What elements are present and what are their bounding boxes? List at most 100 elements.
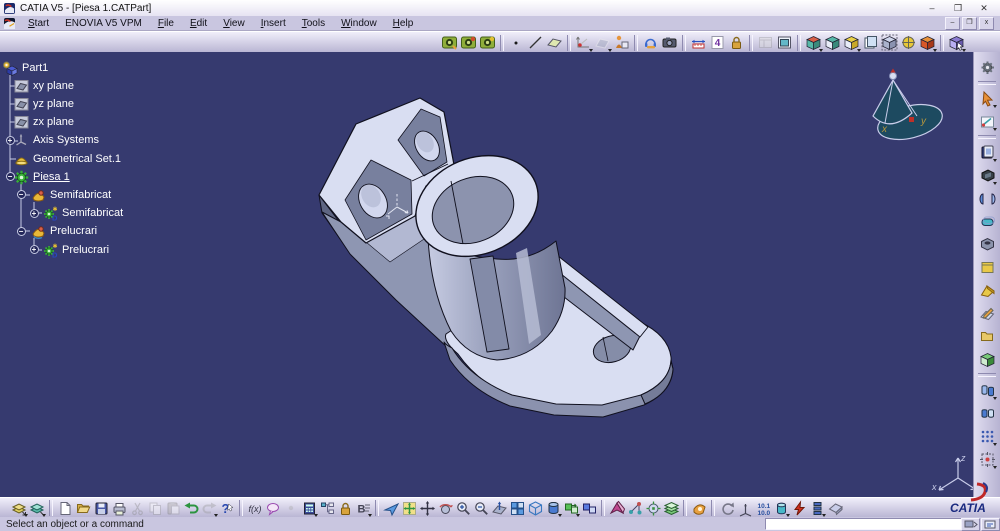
copy-button[interactable] <box>146 499 164 517</box>
menu-tools[interactable]: Tools <box>294 18 333 29</box>
refresh-button[interactable] <box>718 499 736 517</box>
tree-item-semifabricat[interactable]: Semifabricat <box>30 187 111 203</box>
menu-edit[interactable]: Edit <box>182 18 215 29</box>
pocket-button[interactable] <box>978 166 997 185</box>
menu-view[interactable]: View <box>215 18 253 29</box>
catalog-browser-button[interactable] <box>10 499 28 517</box>
window-layout-button[interactable] <box>756 33 775 52</box>
view-compass[interactable]: x y <box>858 62 948 146</box>
tree-item-axis-systems[interactable]: Axis Systems <box>13 132 99 148</box>
view-mode-wireframe-button[interactable] <box>880 33 899 52</box>
analysis-wedge-button[interactable] <box>608 499 626 517</box>
formula-button[interactable]: f(x) <box>246 499 264 517</box>
shaft-button[interactable] <box>978 189 997 208</box>
dropdown-arrow-icon[interactable] <box>992 466 997 469</box>
mdi-close-button[interactable]: x <box>979 16 994 30</box>
viewport-3d[interactable]: Part1 xy plane yz plane zx plane Axis System… <box>0 52 973 497</box>
select-button[interactable] <box>978 89 997 108</box>
part-3d-model[interactable] <box>0 52 973 497</box>
knowledge-bolt-button[interactable] <box>790 499 808 517</box>
line-button[interactable] <box>526 33 545 52</box>
dropdown-arrow-icon[interactable] <box>992 128 997 131</box>
status-button-1[interactable] <box>961 518 980 531</box>
slot-button[interactable] <box>978 212 997 231</box>
mdi-minimize-button[interactable]: – <box>945 16 960 30</box>
tree-expander-minus[interactable]: − <box>5 172 15 182</box>
tree-expander-plus[interactable]: + <box>29 245 39 254</box>
sketcher-pad-button[interactable] <box>978 112 997 131</box>
menu-file[interactable]: File <box>150 18 182 29</box>
new-document-button[interactable] <box>56 499 74 517</box>
menu-window[interactable]: Window <box>333 18 385 29</box>
restore-button[interactable]: ❒ <box>952 2 964 14</box>
view-mode-custom-button[interactable] <box>918 33 937 52</box>
workbench-ppr-button[interactable] <box>440 33 459 52</box>
redo-button[interactable] <box>200 499 218 517</box>
axis-system-button[interactable] <box>736 499 754 517</box>
instant-collaboration-button[interactable] <box>641 33 660 52</box>
tree-item-zx-plane[interactable]: zx plane <box>13 114 74 130</box>
stack-tool-button[interactable] <box>808 499 826 517</box>
dropdown-arrow-icon[interactable] <box>992 159 997 162</box>
render-style-button[interactable] <box>544 499 562 517</box>
menu-enovia-v5-vpm[interactable]: ENOVIA V5 VPM <box>57 18 150 29</box>
workbench-resource-button[interactable] <box>478 33 497 52</box>
mdi-restore-button[interactable]: ❒ <box>962 16 977 30</box>
tree-item-part1[interactable]: Part1 <box>2 60 48 76</box>
capture-button[interactable] <box>660 33 679 52</box>
tree-item-geometrical-set-1[interactable]: Geometrical Set.1 <box>13 151 121 167</box>
swap-visible-space-button[interactable] <box>580 499 598 517</box>
open-button[interactable] <box>74 499 92 517</box>
knowledge-dot-button[interactable] <box>282 499 300 517</box>
mirror-button[interactable] <box>978 404 997 423</box>
fit-all-in-button[interactable] <box>400 499 418 517</box>
transformation-button[interactable] <box>978 381 997 400</box>
assemble-button[interactable] <box>978 327 997 346</box>
whats-this-button[interactable]: ? <box>218 499 236 517</box>
multi-view-button[interactable] <box>508 499 526 517</box>
body-tool-button[interactable] <box>772 499 790 517</box>
measure-button[interactable] <box>689 33 708 52</box>
view-mode-material-button[interactable] <box>861 33 880 52</box>
work-on-support-button[interactable] <box>593 33 612 52</box>
prism-tool-button[interactable] <box>826 499 844 517</box>
dropdown-arrow-icon[interactable] <box>992 397 997 400</box>
minimize-button[interactable]: – <box>926 2 938 14</box>
parameter-filter-button[interactable]: B <box>354 499 372 517</box>
surface-sketch-button[interactable] <box>978 304 997 323</box>
layer-filter-button[interactable] <box>662 499 680 517</box>
analysis-sphere-button[interactable] <box>644 499 662 517</box>
lock-button[interactable] <box>727 33 746 52</box>
view-target-button[interactable] <box>899 33 918 52</box>
catalog-hand-button[interactable] <box>690 499 708 517</box>
wedge-button[interactable] <box>978 281 997 300</box>
dropdown-arrow-icon[interactable] <box>992 443 997 446</box>
catalog-library-button[interactable] <box>28 499 46 517</box>
dropdown-arrow-icon[interactable] <box>992 182 997 185</box>
pad-button[interactable] <box>978 143 997 162</box>
boolean-box-button[interactable] <box>978 350 997 369</box>
tree-item-piesa-1[interactable]: Piesa 1 <box>13 169 70 185</box>
undo-button[interactable] <box>182 499 200 517</box>
tree-expander-plus[interactable]: + <box>29 208 39 218</box>
update-button[interactable] <box>978 58 997 77</box>
dimension-values-button[interactable]: 10.1 10.0 <box>754 499 772 517</box>
analysis-graph-button[interactable] <box>626 499 644 517</box>
menu-help[interactable]: Help <box>385 18 422 29</box>
cut-button[interactable] <box>128 499 146 517</box>
tree-item-prelucrari[interactable]: Prelucrari <box>30 223 97 240</box>
isometric-view-button[interactable] <box>526 499 544 517</box>
design-table-button[interactable] <box>300 499 318 517</box>
tree-expander-minus[interactable]: − <box>16 190 26 200</box>
tree-expander-plus[interactable]: + <box>5 135 15 145</box>
window-frame-button[interactable] <box>775 33 794 52</box>
paste-button[interactable] <box>164 499 182 517</box>
menu-start[interactable]: Start <box>20 18 57 29</box>
save-button[interactable] <box>92 499 110 517</box>
pattern-button[interactable] <box>978 427 997 446</box>
zoom-in-button[interactable] <box>454 499 472 517</box>
normal-view-button[interactable] <box>490 499 508 517</box>
close-button[interactable]: ✕ <box>978 2 990 14</box>
manikin-button[interactable] <box>612 33 631 52</box>
print-button[interactable] <box>110 499 128 517</box>
